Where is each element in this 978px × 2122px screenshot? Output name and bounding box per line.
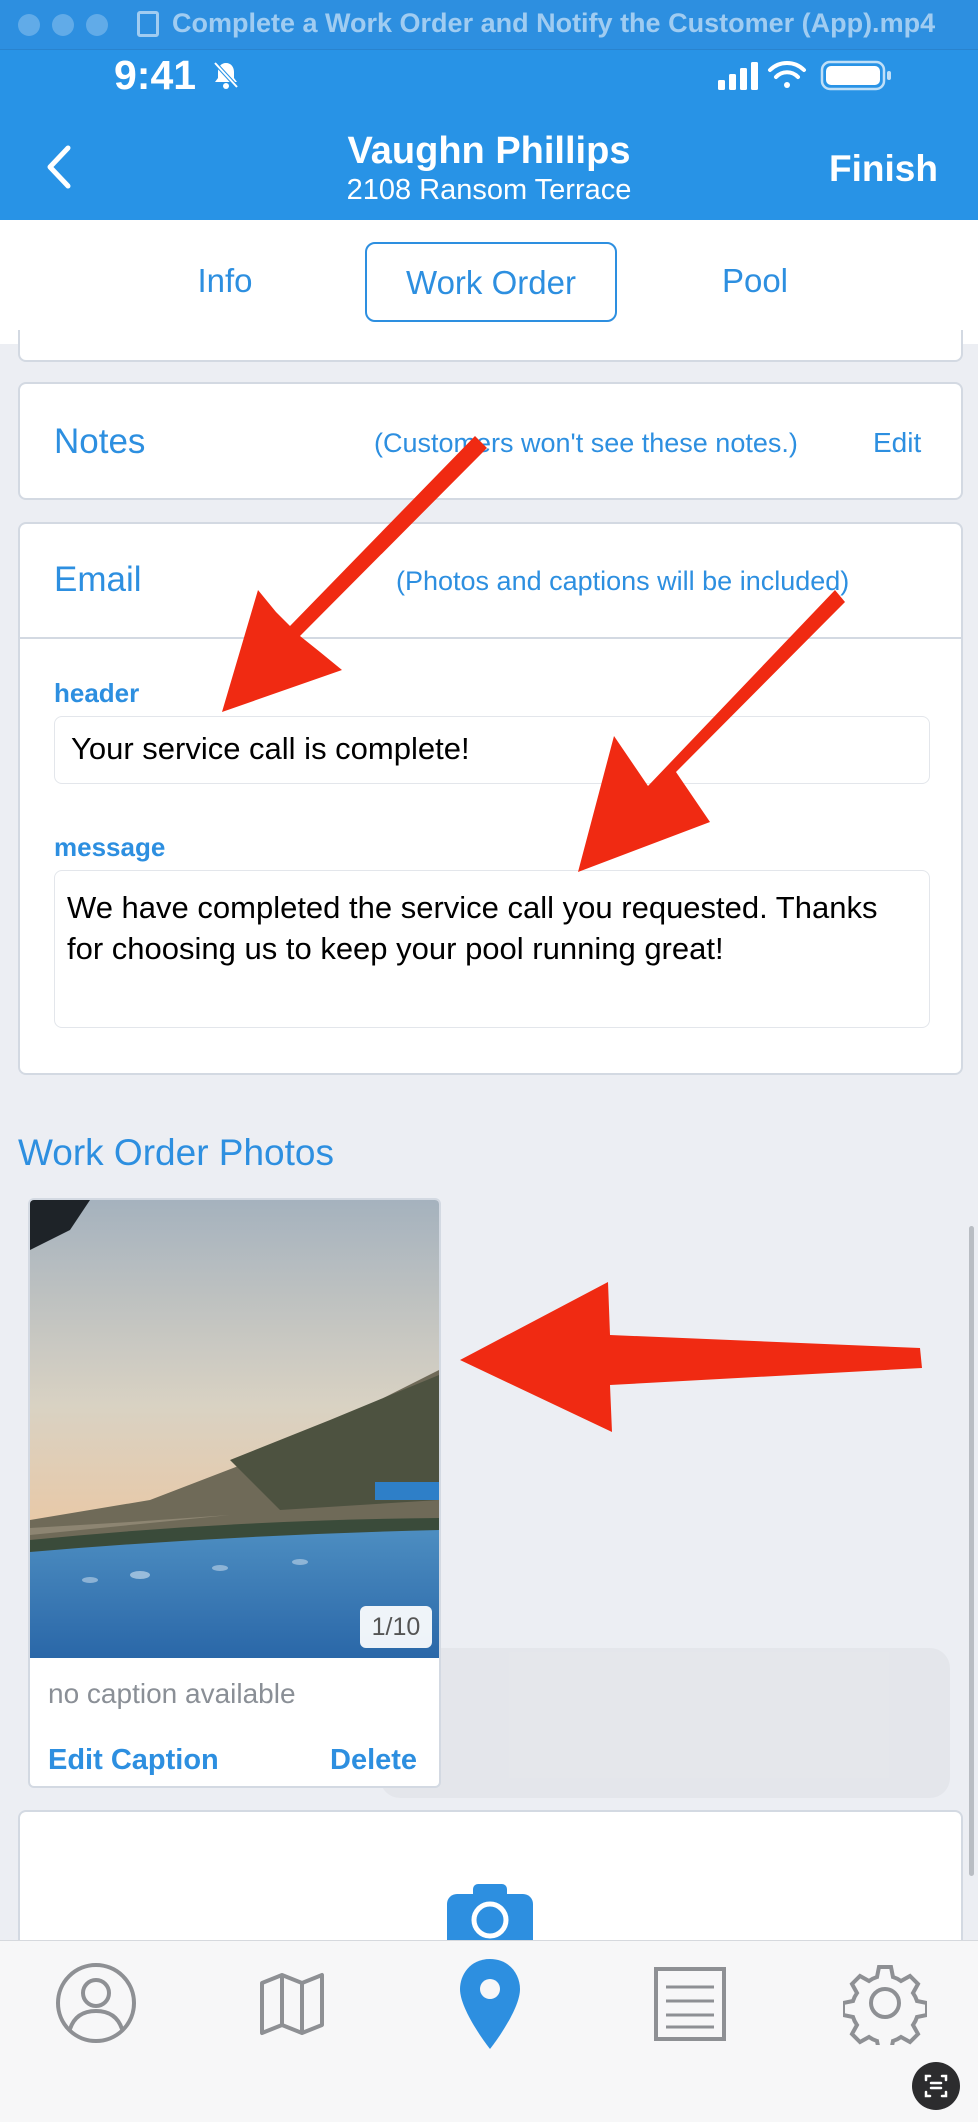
finish-button[interactable]: Finish: [829, 148, 938, 190]
email-message-label: message: [54, 832, 166, 862]
gear-icon[interactable]: [843, 1961, 927, 2045]
segment-tabs: Info Work Order Pool: [0, 220, 978, 344]
document-icon: [137, 11, 159, 37]
notes-edit-button[interactable]: Edit: [873, 427, 921, 459]
bell-muted-icon: [213, 61, 239, 89]
email-message-field[interactable]: We have completed the service call you r…: [54, 870, 930, 1028]
status-icons: [718, 60, 891, 91]
photo-counter: 1/10: [360, 1606, 432, 1648]
pool-photo[interactable]: [30, 1200, 439, 1658]
notes-title: Notes: [54, 422, 146, 461]
location-pin-icon[interactable]: [448, 1955, 532, 2055]
work-order-photos-title: Work Order Photos: [18, 1132, 334, 1173]
app-header: 9:41 Vaughn Phillips 2108 Ransom Terrace…: [0, 50, 978, 220]
email-section: Email (Photos and captions will be inclu…: [18, 522, 963, 1075]
email-divider: [20, 637, 961, 639]
photo-card: 1/10 no caption available Edit Caption D…: [28, 1198, 441, 1788]
person-icon[interactable]: [54, 1961, 138, 2045]
map-icon[interactable]: [250, 1961, 334, 2045]
live-text-icon[interactable]: [912, 2062, 960, 2110]
status-time: 9:41: [114, 52, 197, 98]
battery-icon: [820, 60, 891, 91]
tab-work-order[interactable]: Work Order: [365, 242, 617, 322]
tab-pool[interactable]: Pool: [680, 242, 830, 322]
edit-caption-button[interactable]: Edit Caption: [48, 1744, 219, 1777]
annotation-arrow-photo: [460, 1282, 922, 1432]
video-controls-overlay: [380, 1648, 950, 1798]
tab-info[interactable]: Info: [150, 242, 300, 322]
close-window-icon[interactable]: [18, 14, 40, 36]
email-hint: (Photos and captions will be included): [396, 566, 850, 596]
minimize-window-icon[interactable]: [52, 14, 74, 36]
email-title: Email: [54, 560, 142, 599]
email-header-field[interactable]: Your service call is complete!: [54, 716, 930, 784]
list-icon[interactable]: [648, 1961, 732, 2045]
previous-section-card: [18, 330, 963, 362]
notes-section: Notes (Customers won't see these notes.)…: [18, 382, 963, 500]
wifi-icon: [768, 60, 806, 88]
bottom-tab-bar: [0, 1940, 978, 2122]
zoom-window-icon[interactable]: [86, 14, 108, 36]
window-title: Complete a Work Order and Notify the Cus…: [172, 8, 936, 38]
delete-photo-button[interactable]: Delete: [330, 1744, 417, 1777]
photo-caption: no caption available: [48, 1678, 296, 1709]
window-title-bar: Complete a Work Order and Notify the Cus…: [0, 0, 978, 50]
scrollbar[interactable]: [969, 1226, 974, 1876]
email-header-label: header: [54, 678, 140, 708]
cellular-signal-icon: [718, 62, 758, 90]
notes-hint: (Customers won't see these notes.): [374, 428, 798, 458]
